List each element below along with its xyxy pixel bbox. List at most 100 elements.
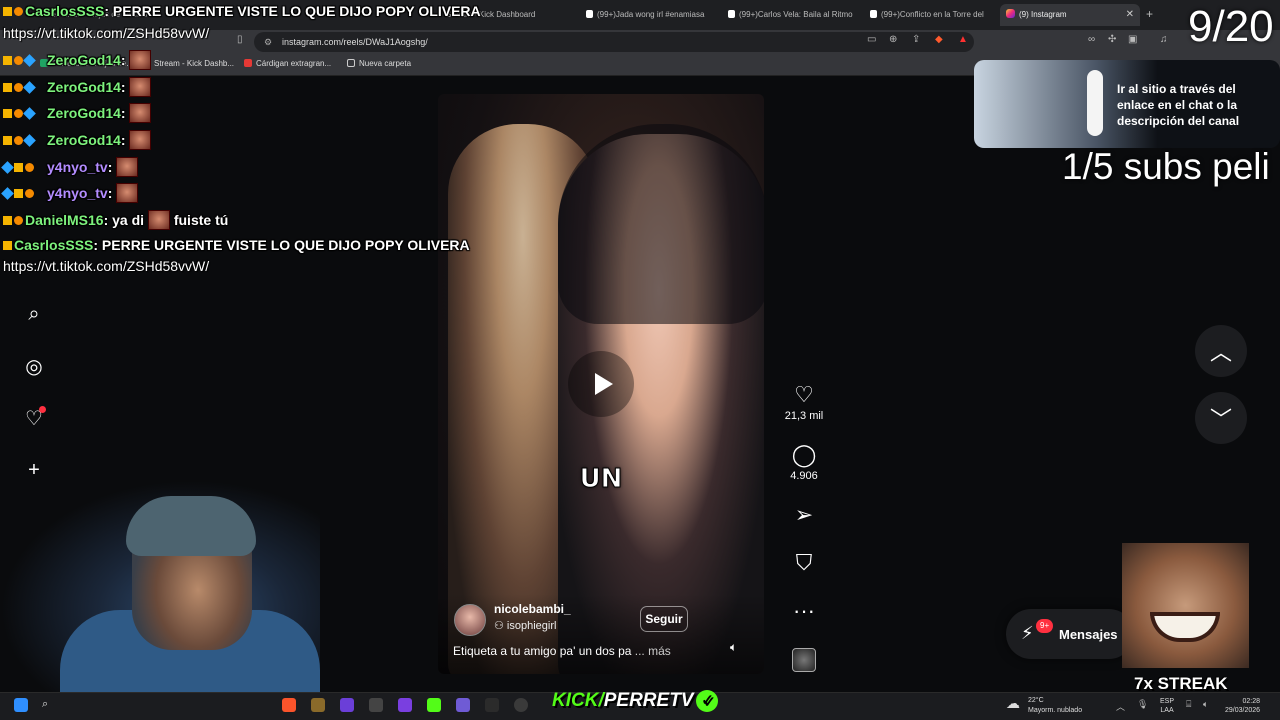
chat-emote xyxy=(129,50,152,70)
tab-tiktok-1[interactable]: (99+)Jada wong irl #enamiasa xyxy=(580,4,720,26)
share-icon[interactable]: ⇪ xyxy=(912,34,920,45)
tiktok-icon xyxy=(728,10,735,18)
alert-scroll-handle xyxy=(1087,70,1103,136)
save-action[interactable]: ⛉ xyxy=(784,550,824,576)
reel-description[interactable]: Etiqueta a tu amigo pa' un dos pa ... má… xyxy=(453,644,671,658)
taskbar-search-icon[interactable]: ⌕ xyxy=(42,698,56,712)
cast-icon[interactable]: ▭ xyxy=(867,34,876,45)
tab-tiktok-3[interactable]: (99+)Conflicto en la Torre del xyxy=(864,4,999,26)
previous-reel-button[interactable]: ︿ xyxy=(1195,325,1247,377)
like-count: 21,3 mil xyxy=(784,410,824,422)
taskbar-app-icon[interactable] xyxy=(485,698,499,712)
explore-icon[interactable]: ◎ xyxy=(22,354,46,378)
chevron-up-icon: ︿ xyxy=(1209,340,1232,365)
notifications-heart-icon[interactable]: ♡ xyxy=(22,406,46,430)
chat-message: ZeroGod14: xyxy=(3,103,152,123)
zoom-icon[interactable]: ⊕ xyxy=(889,34,897,45)
heart-icon[interactable]: ♡ xyxy=(784,382,824,408)
taskbar-app-icon[interactable] xyxy=(514,698,528,712)
close-tab-icon[interactable]: ✕ xyxy=(1126,4,1134,26)
send-icon[interactable]: ➢ xyxy=(784,502,824,528)
tiktok-icon xyxy=(586,10,593,18)
chevron-down-icon: ﹀ xyxy=(1209,407,1232,432)
comment-icon[interactable]: ◯ xyxy=(784,442,824,468)
extensions-puzzle-icon[interactable]: ✣ xyxy=(1108,34,1116,45)
chat-emote xyxy=(147,210,170,230)
brave-rewards-icon[interactable]: ▲ xyxy=(958,34,968,45)
chat-emote xyxy=(129,77,152,97)
taskbar-app-icon[interactable] xyxy=(369,698,383,712)
stream-alert-text: Ir al sitio a través del enlace en el ch… xyxy=(1117,82,1240,128)
extension-icon[interactable]: ∞ xyxy=(1088,34,1095,45)
cloud-icon: ☁ xyxy=(1006,695,1020,711)
language-indicator[interactable]: ESP LAA xyxy=(1160,697,1174,715)
chat-message: DanielMS16: ya di fuiste tú xyxy=(3,210,228,230)
taskbar-app-icon[interactable] xyxy=(456,698,470,712)
taskbar-app-icon[interactable] xyxy=(398,698,412,712)
search-icon[interactable]: ⌕ xyxy=(22,302,46,326)
play-button[interactable] xyxy=(568,351,634,417)
system-clock[interactable]: 02:28 29/03/2026 xyxy=(1225,697,1260,715)
share-action[interactable]: ➢ xyxy=(784,502,824,528)
tiktok-icon xyxy=(870,10,877,18)
kick-channel-brand: KICK/PERRETV ✓ xyxy=(552,690,719,712)
taskbar-app-icon[interactable] xyxy=(340,698,354,712)
network-icon[interactable]: ⌸ xyxy=(1186,699,1191,710)
wallet-icon[interactable]: ▣ xyxy=(1128,34,1137,45)
brave-shield-icon[interactable]: ◆ xyxy=(935,34,943,45)
chat-message: y4nyo_tv: xyxy=(1,183,139,203)
more-link[interactable]: ... más xyxy=(635,644,671,658)
volume-icon[interactable]: 🔈︎ xyxy=(730,640,737,655)
taskbar-app-icon[interactable] xyxy=(311,698,325,712)
chat-message: ZeroGod14: xyxy=(3,50,152,70)
chat-message: ZeroGod14: xyxy=(3,130,152,150)
taskbar-app-icon[interactable] xyxy=(427,698,441,712)
comment-action[interactable]: ◯ 4.906 xyxy=(784,442,824,482)
weather-widget[interactable]: ☁ 22°C Mayorm. nublado xyxy=(1006,696,1082,716)
person-icon: ⚇ xyxy=(494,620,507,632)
instagram-icon xyxy=(1006,9,1015,18)
screen: Perre.xlsx - Hojas de cálculo Stream - K… xyxy=(0,0,1280,720)
ellipsis-icon[interactable]: ··· xyxy=(784,598,824,624)
messages-label: Mensajes xyxy=(1059,627,1118,642)
streak-label: 7x STREAK xyxy=(1134,674,1228,693)
create-plus-icon[interactable]: + xyxy=(22,458,46,482)
notification-dot xyxy=(39,406,46,413)
chat-emote xyxy=(116,157,139,177)
follow-button[interactable]: Seguir xyxy=(640,606,688,632)
next-reel-button[interactable]: ﹀ xyxy=(1195,392,1247,444)
new-tab-button[interactable]: + xyxy=(1146,7,1153,21)
bookmark-save-icon[interactable]: ⛉ xyxy=(784,550,824,576)
media-icon[interactable]: ♫ xyxy=(1160,34,1168,45)
reel-footer-gradient xyxy=(438,594,764,674)
meme-reaction-image xyxy=(1122,543,1249,668)
webcam-streamer-hair xyxy=(126,496,256,556)
chat-emote xyxy=(116,183,139,203)
reel-author-username[interactable]: nicolebambi_ xyxy=(494,602,571,616)
chat-link: https://vt.tiktok.com/ZSHd58vvW/ xyxy=(3,25,210,41)
reel-audio-label[interactable]: ⚇ isophiegirl xyxy=(494,619,556,632)
reel-subject-hair xyxy=(558,124,764,324)
tray-chevron-icon[interactable]: ︿ xyxy=(1116,700,1125,713)
brave-browser-icon[interactable] xyxy=(282,698,296,712)
chat-emote xyxy=(129,130,152,150)
tab-tiktok-2[interactable]: (99+)Carlos Vela: Baila al Ritmo xyxy=(722,4,862,26)
like-action[interactable]: ♡ 21,3 mil xyxy=(784,382,824,422)
subs-goal: 1/5 subs peli xyxy=(1062,146,1270,187)
stream-chat-overlay: CasrlosSSS: PERRE URGENTE VISTE LO QUE D… xyxy=(0,0,481,280)
chat-message: CasrlosSSS: PERRE URGENTE VISTE LO QUE D… xyxy=(3,237,470,253)
chat-message: CasrlosSSS: PERRE URGENTE VISTE LO QUE D… xyxy=(3,3,481,19)
sub-counter: 9/20 xyxy=(1188,2,1274,51)
microphone-icon[interactable]: 🎙︎ xyxy=(1137,699,1148,710)
reel-author-avatar[interactable] xyxy=(454,604,486,636)
windows-start-icon[interactable] xyxy=(14,698,28,712)
original-audio-thumbnail[interactable] xyxy=(792,648,816,672)
messages-badge: 9+ xyxy=(1036,619,1054,633)
reel-video[interactable]: UN nicolebambi_ ⚇ isophiegirl Seguir Eti… xyxy=(438,94,764,674)
volume-tray-icon[interactable]: 🔈︎ xyxy=(1203,699,1208,710)
more-options[interactable]: ··· xyxy=(784,598,824,624)
tab-instagram[interactable]: (9) Instagram ✕ xyxy=(1000,4,1140,26)
messages-button[interactable]: ⚡︎ 9+ Mensajes xyxy=(1006,609,1134,659)
chat-link: https://vt.tiktok.com/ZSHd58vvW/ xyxy=(3,258,210,274)
reel-caption-overlay: UN xyxy=(579,464,623,495)
